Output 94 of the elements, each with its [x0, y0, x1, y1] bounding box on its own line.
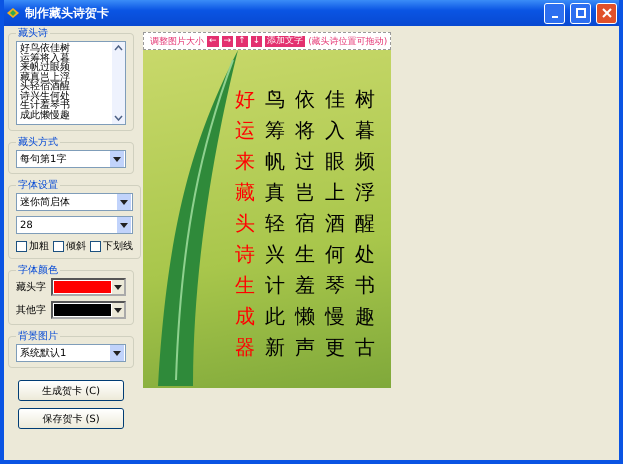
poem-line: 运筹将入暮	[20, 54, 71, 63]
poem-character: 琴	[324, 272, 346, 298]
color-label: 藏头字	[16, 280, 46, 294]
poem-character: 生	[294, 241, 316, 267]
head-character: 藏	[234, 179, 256, 205]
poem-character: 宿	[294, 210, 316, 236]
poem-character: 处	[354, 241, 376, 267]
poem-character: 新	[264, 334, 286, 360]
font-dropdown[interactable]: 迷你简启体	[16, 193, 133, 211]
resize-button[interactable]: →	[222, 36, 234, 46]
color-label: 其他字	[16, 304, 46, 317]
poem-character: 树	[354, 86, 376, 112]
poem-character: 依	[294, 86, 316, 112]
poem-line: 成此懒慢趣	[20, 110, 71, 120]
generate-button[interactable]: 生成贺卡 (C)	[18, 380, 124, 401]
poem-line: 头轻宿酒醒	[20, 82, 71, 92]
head-character: 成	[234, 303, 256, 329]
poem-character: 醒	[354, 210, 376, 236]
resize-button[interactable]: ↑	[236, 36, 248, 46]
maximize-icon	[576, 8, 586, 18]
poem-character: 眼	[324, 148, 346, 174]
poem-character: 频	[354, 148, 376, 174]
save-button[interactable]: 保存贺卡 (S)	[18, 408, 124, 429]
minimize-button[interactable]	[544, 2, 565, 24]
poem-character: 真	[264, 179, 286, 205]
poem-line: 生计羞琴书	[20, 101, 71, 110]
poem-character: 懒	[294, 303, 316, 329]
dropdown-arrow-icon	[114, 308, 122, 312]
poem-character: 兴	[264, 241, 286, 267]
poem-character: 书	[354, 272, 376, 298]
poem-character: 此	[264, 303, 286, 329]
poem-character: 何	[324, 241, 346, 267]
poem-character: 声	[294, 334, 316, 360]
mode-dropdown[interactable]: 每句第1字	[16, 150, 126, 168]
poem-line: 好鸟依佳树	[20, 44, 71, 54]
poem-character: 帆	[264, 148, 286, 174]
size-dropdown[interactable]: 28	[16, 216, 133, 234]
resize-button[interactable]: ←	[207, 36, 219, 46]
window-title: 制作藏头诗贺卡	[25, 4, 110, 22]
poem-character: 更	[324, 334, 346, 360]
resize-label: 调整图片大小	[150, 36, 204, 48]
dropdown-arrow-icon	[113, 350, 121, 356]
scrollbar[interactable]	[112, 42, 125, 124]
app-icon	[6, 7, 20, 19]
group-label: 藏头诗	[17, 26, 49, 40]
poem-character: 岂	[294, 179, 316, 205]
poem-character: 入	[324, 117, 346, 143]
add-text-button[interactable]: 添加文字	[265, 36, 306, 46]
style-checkbox[interactable]: 下划线	[90, 239, 133, 253]
poem-character: 鸟	[264, 86, 286, 112]
poem-line: 来帆过眼频	[20, 63, 71, 72]
poem-character: 将	[294, 117, 316, 143]
head-character: 运	[234, 117, 256, 143]
resize-button[interactable]: ↓	[250, 36, 262, 46]
head-character: 生	[234, 272, 256, 298]
minimize-icon	[552, 16, 558, 18]
poem-character: 浮	[354, 179, 376, 205]
close-button[interactable]	[596, 2, 617, 24]
poem-line: 藏真岂上浮	[20, 72, 71, 82]
close-icon	[602, 8, 612, 18]
style-checkbox[interactable]: 加粗	[16, 239, 49, 253]
dropdown-arrow-icon	[120, 200, 128, 204]
group-label: 字体设置	[17, 178, 59, 192]
head-character: 诗	[234, 241, 256, 267]
dropdown-arrow-icon	[113, 156, 121, 162]
head-character: 头	[234, 210, 256, 236]
dropdown-arrow-icon	[120, 222, 128, 228]
poem-character: 古	[354, 334, 376, 360]
style-checkbox[interactable]: 倾斜	[53, 239, 86, 253]
poem-character: 轻	[264, 210, 286, 236]
head-character: 器	[234, 334, 256, 360]
head-character: 来	[234, 148, 256, 174]
poem-character: 计	[264, 272, 286, 298]
poem-character: 慢	[324, 303, 346, 329]
poem-character: 过	[294, 148, 316, 174]
drag-hint: (藏头诗位置可拖动)	[308, 36, 388, 48]
color-picker[interactable]	[51, 278, 126, 296]
poem-character: 佳	[324, 86, 346, 112]
group-label: 藏头方式	[17, 136, 59, 149]
color-picker[interactable]	[51, 301, 126, 319]
poem-character: 羞	[294, 272, 316, 298]
background-dropdown[interactable]: 系统默认1	[16, 344, 126, 362]
poem-character: 上	[324, 179, 346, 205]
group-label: 背景图片	[17, 330, 59, 343]
poem-character: 酒	[324, 210, 346, 236]
poem-character: 暮	[354, 117, 376, 143]
maximize-button[interactable]	[570, 2, 591, 24]
head-character: 好	[234, 86, 256, 112]
poem-line: 诗兴生何处	[20, 92, 71, 101]
dropdown-arrow-icon	[114, 284, 122, 290]
group-label: 字体颜色	[17, 264, 59, 277]
poem-character: 趣	[354, 303, 376, 329]
poem-character: 筹	[264, 117, 286, 143]
poem-textarea[interactable]: 好鸟依佳树 运筹将入暮 来帆过眼频 藏真岂上浮 头轻宿酒醒 诗兴生何处 生计羞琴书 成此懒慢趣	[16, 41, 126, 125]
